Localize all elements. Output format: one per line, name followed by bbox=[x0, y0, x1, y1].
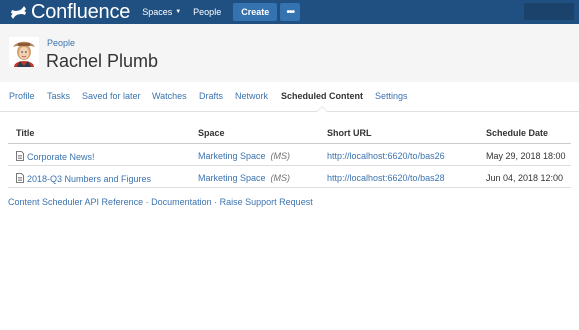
footer-separator: · bbox=[143, 197, 152, 207]
user-avatar bbox=[9, 37, 39, 67]
api-reference-link[interactable]: Content Scheduler API Reference bbox=[8, 197, 143, 207]
title-cell: 2018-Q3 Numbers and Figures bbox=[16, 173, 151, 184]
more-options-button[interactable]: ••• bbox=[280, 3, 301, 21]
page-icon bbox=[16, 173, 24, 183]
tab-profile[interactable]: Profile bbox=[9, 91, 35, 101]
page-title-link[interactable]: Corporate News! bbox=[27, 152, 95, 162]
footer-separator: · bbox=[211, 197, 220, 207]
table-row: 2018-Q3 Numbers and Figures Marketing Sp… bbox=[8, 166, 571, 188]
chevron-down-icon: ▼ bbox=[175, 9, 182, 15]
profile-header: People Rachel Plumb bbox=[0, 24, 579, 82]
title-cell: Corporate News! bbox=[16, 151, 95, 162]
scheduled-content-table: Title Space Short URL Schedule Date Corp… bbox=[8, 122, 571, 188]
footer-links: Content Scheduler API Reference · Docume… bbox=[8, 197, 313, 207]
tab-network[interactable]: Network bbox=[235, 91, 268, 101]
tab-watches[interactable]: Watches bbox=[152, 91, 187, 101]
space-key: (MS) bbox=[270, 173, 291, 183]
search-input[interactable] bbox=[524, 3, 574, 20]
space-link[interactable]: Marketing Space bbox=[198, 151, 266, 161]
space-key: (MS) bbox=[270, 151, 291, 161]
page-title-link[interactable]: 2018-Q3 Numbers and Figures bbox=[27, 174, 151, 184]
tab-saved-for-later[interactable]: Saved for later bbox=[82, 91, 141, 101]
confluence-logo[interactable]: Confluence bbox=[10, 0, 130, 24]
people-link[interactable]: People bbox=[193, 0, 221, 24]
column-header-title: Title bbox=[16, 128, 35, 138]
logo-text: Confluence bbox=[31, 1, 131, 23]
page-icon bbox=[16, 151, 24, 161]
spaces-menu[interactable]: Spaces ▼ bbox=[142, 0, 181, 24]
short-url-link[interactable]: http://localhost:6620/to/bas26 bbox=[327, 151, 445, 161]
tab-tasks[interactable]: Tasks bbox=[47, 91, 70, 101]
tab-settings[interactable]: Settings bbox=[375, 91, 408, 101]
space-link[interactable]: Marketing Space bbox=[198, 173, 266, 183]
short-url-link[interactable]: http://localhost:6620/to/bas28 bbox=[327, 173, 445, 183]
spaces-menu-label: Spaces bbox=[142, 7, 173, 17]
top-navigation-bar: Confluence Spaces ▼ People Create ••• bbox=[0, 0, 579, 24]
space-cell: Marketing Space (MS) bbox=[198, 173, 290, 183]
documentation-link[interactable]: Documentation bbox=[151, 197, 212, 207]
schedule-date: May 29, 2018 18:00 bbox=[486, 151, 566, 161]
tab-scheduled-content[interactable]: Scheduled Content bbox=[281, 91, 363, 101]
tab-drafts[interactable]: Drafts bbox=[199, 91, 223, 101]
confluence-x-icon bbox=[11, 5, 26, 19]
breadcrumb-people[interactable]: People bbox=[47, 38, 75, 48]
table-row: Corporate News! Marketing Space (MS) http… bbox=[8, 144, 571, 166]
raise-support-request-link[interactable]: Raise Support Request bbox=[220, 197, 313, 207]
active-tab-indicator bbox=[316, 106, 328, 112]
column-header-space: Space bbox=[198, 128, 225, 138]
space-cell: Marketing Space (MS) bbox=[198, 151, 290, 161]
create-button[interactable]: Create bbox=[233, 3, 278, 21]
page-title: Rachel Plumb bbox=[46, 51, 159, 71]
schedule-date: Jun 04, 2018 12:00 bbox=[486, 173, 564, 183]
table-header: Title Space Short URL Schedule Date bbox=[8, 122, 571, 144]
column-header-schedule-date: Schedule Date bbox=[486, 128, 549, 138]
column-header-short-url: Short URL bbox=[327, 128, 372, 138]
profile-tabs: Profile Tasks Saved for later Watches Dr… bbox=[0, 82, 579, 112]
